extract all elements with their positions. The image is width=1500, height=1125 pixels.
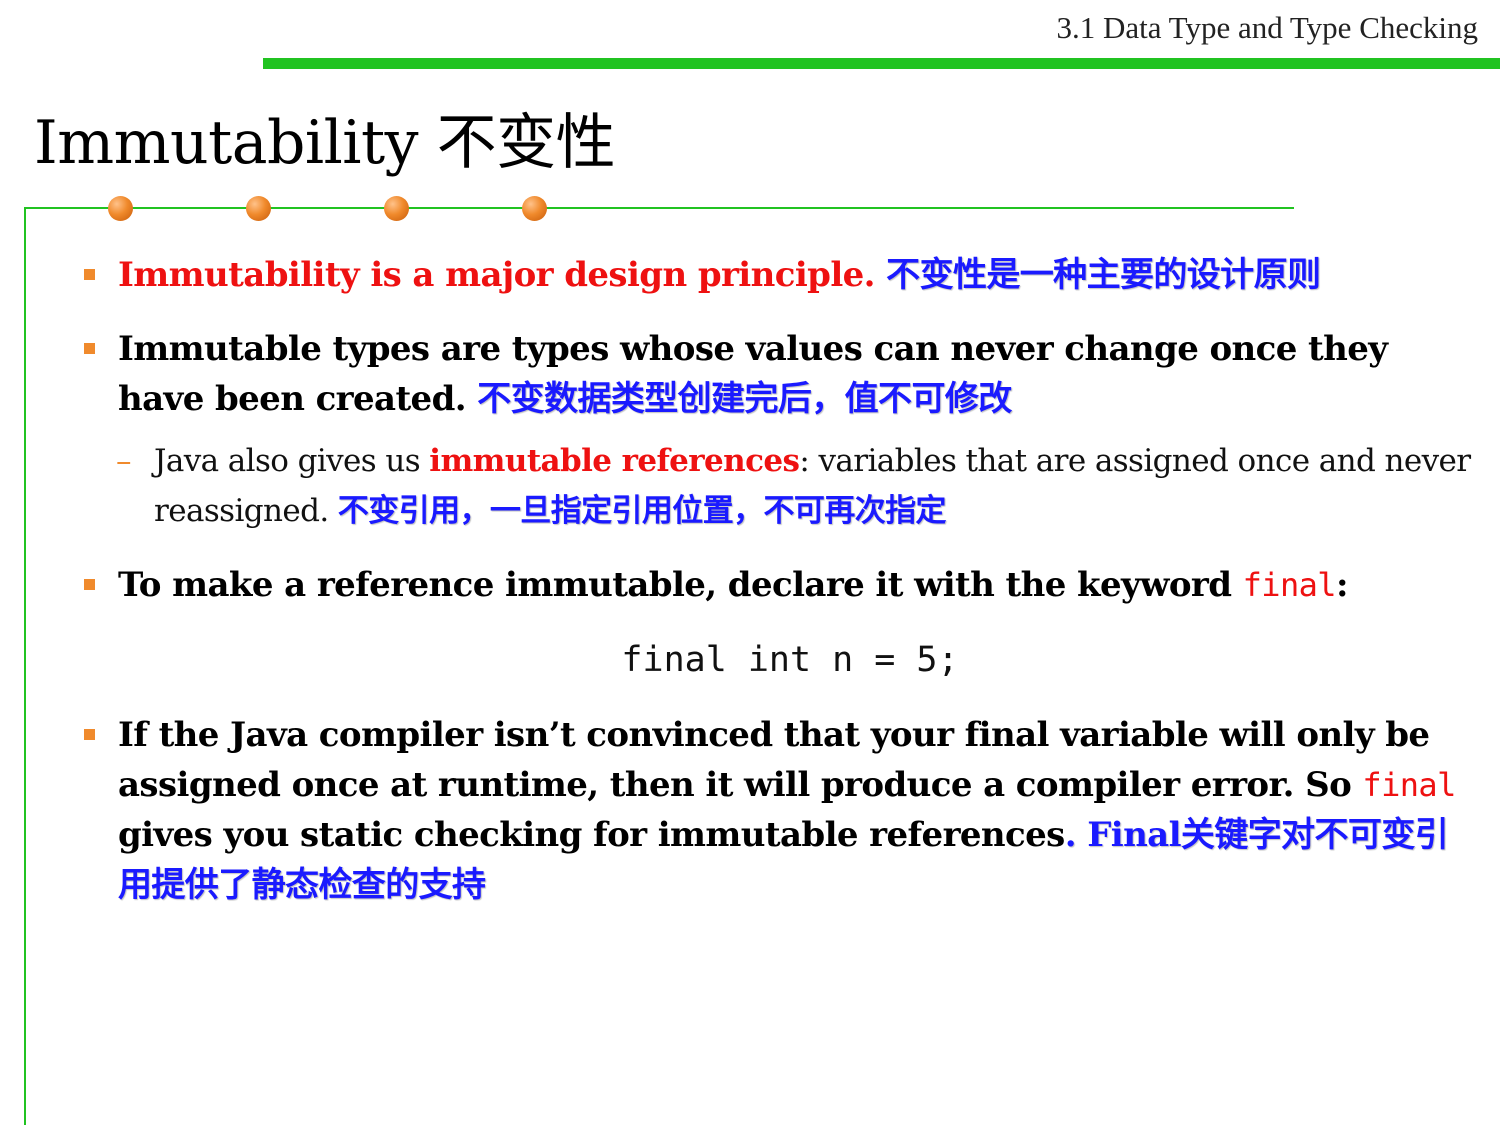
bullet-text: To make a reference immutable, declare i… xyxy=(118,565,1243,605)
bullet-square-icon xyxy=(84,269,95,280)
decor-dot xyxy=(246,196,271,221)
bullet-item: To make a reference immutable, declare i… xyxy=(80,560,1480,610)
decor-dot xyxy=(522,196,547,221)
bullet-text: If the Java compiler isn’t convinced tha… xyxy=(118,715,1430,805)
decor-dot xyxy=(108,196,133,221)
sub-bullet-item: – Java also gives us immutable reference… xyxy=(80,436,1480,536)
bullet-item: Immutability is a major design principle… xyxy=(80,250,1480,300)
bullet-text-chinese: 不变性是一种主要的设计原则 xyxy=(886,255,1321,295)
code-example: final int n = 5; xyxy=(621,640,959,680)
bullet-text-chinese: 不变数据类型创建完后，值不可修改 xyxy=(477,379,1012,419)
bullet-text: gives you static checking for immutable … xyxy=(118,815,1065,855)
section-header: 3.1 Data Type and Type Checking xyxy=(1056,10,1478,45)
bullet-text-red: Immutability is a major design principle… xyxy=(118,255,876,295)
bullet-text: : xyxy=(1335,565,1349,605)
keyword-final: final xyxy=(1362,766,1456,804)
sub-text: Java also gives us xyxy=(154,443,430,479)
bullet-square-icon xyxy=(84,343,95,354)
slide-title: Immutability 不变性 xyxy=(34,108,616,178)
header-rule xyxy=(263,58,1500,69)
bullet-item: If the Java compiler isn’t convinced tha… xyxy=(80,710,1480,910)
bullet-square-icon xyxy=(84,579,95,590)
sub-highlight: immutable references xyxy=(429,443,800,479)
frame-top-line xyxy=(24,207,1294,209)
bullet-square-icon xyxy=(84,729,95,740)
decor-dot xyxy=(384,196,409,221)
bullet-item: Immutable types are types whose values c… xyxy=(80,324,1480,424)
dash-icon: – xyxy=(116,443,132,479)
keyword-final: final xyxy=(1242,566,1337,604)
frame-left-line xyxy=(24,207,26,1125)
sub-text-chinese: 不变引用，一旦指定引用位置，不可再次指定 xyxy=(337,493,947,529)
slide-content: Immutability is a major design principle… xyxy=(80,250,1480,910)
